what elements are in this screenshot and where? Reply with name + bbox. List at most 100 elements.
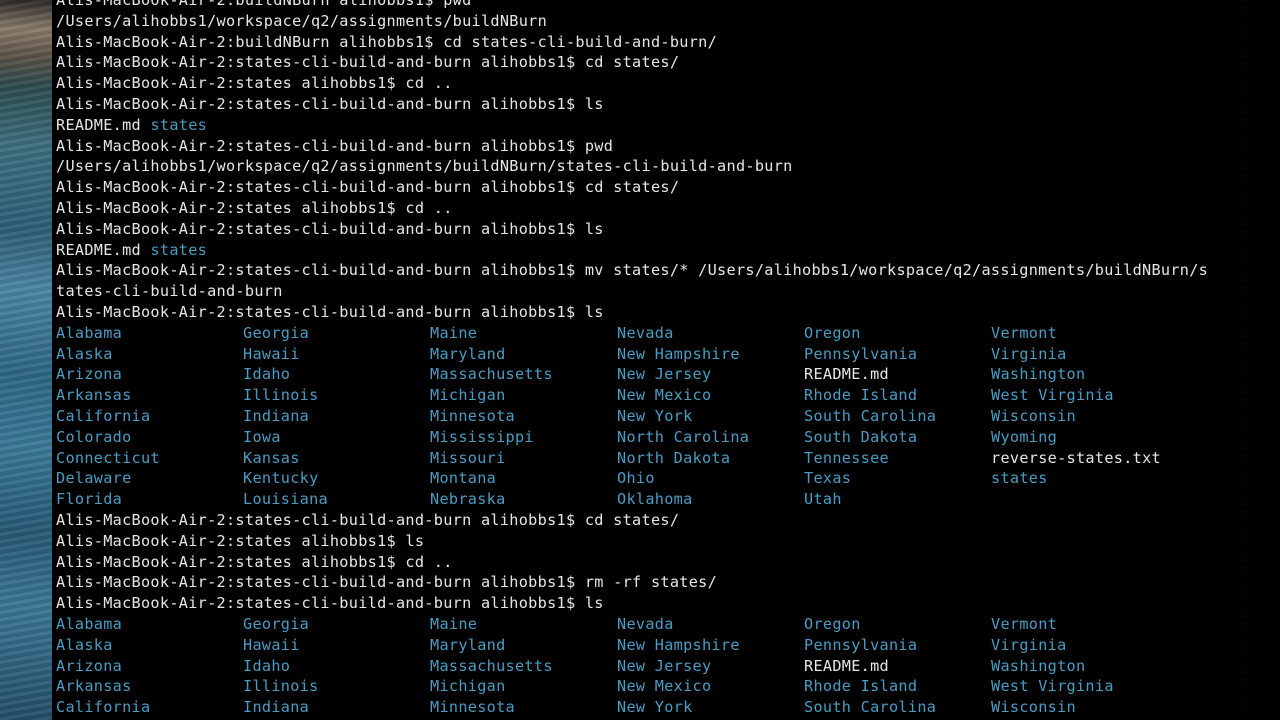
directory-entry: Pennsylvania — [804, 635, 918, 654]
directory-entry: Montana — [430, 469, 497, 488]
directory-entry: Missouri — [430, 448, 506, 467]
terminal-line: Alis-MacBook-Air-2:states alihobbs1$ cd … — [56, 198, 453, 217]
directory-entry: Kentucky — [243, 469, 319, 488]
directory-entry: Oklahoma — [617, 490, 693, 509]
directory-entry: Maryland — [430, 344, 506, 363]
directory-entry: Louisiana — [243, 490, 328, 509]
directory-entry: New Mexico — [617, 677, 712, 696]
directory-entry: West Virginia — [991, 386, 1114, 405]
terminal-line: Alis-MacBook-Air-2:states alihobbs1$ cd … — [56, 74, 453, 93]
directory-entry: Florida — [56, 490, 123, 509]
terminal-line: Alis-MacBook-Air-2:states-cli-build-and-… — [56, 219, 604, 238]
terminal-line: Alis-MacBook-Air-2:states-cli-build-and-… — [56, 573, 718, 592]
directory-entry — [991, 489, 1231, 510]
directory-entry: Arizona — [56, 656, 123, 675]
directory-entry: Michigan — [430, 386, 506, 405]
directory-entry: Illinois — [243, 677, 319, 696]
terminal-line: /Users/alihobbs1/workspace/q2/assignment… — [56, 11, 548, 30]
directory-entry: Maryland — [430, 635, 506, 654]
directory-entry: Indiana — [243, 406, 310, 425]
terminal-line: Alis-MacBook-Air-2:states-cli-build-and-… — [56, 94, 604, 113]
terminal-line: Alis-MacBook-Air-2:states alihobbs1$ cd … — [56, 552, 453, 571]
directory-entry: South Carolina — [804, 698, 937, 717]
directory-entry: Hawaii — [243, 344, 300, 363]
terminal-line: Alis-MacBook-Air-2:states-cli-build-and-… — [56, 510, 680, 529]
directory-entry: Washington — [991, 656, 1086, 675]
directory-entry: Virginia — [991, 344, 1067, 363]
ls-listing-grid: Alabama Georgia Maine Nevada Oregon Vermont Al… — [56, 323, 1264, 510]
directory-entry: New York — [617, 698, 693, 717]
directory-entry: Hawaii — [243, 635, 300, 654]
directory-entry: Wisconsin — [991, 698, 1076, 717]
terminal-output: Alis-MacBook-Air-2:buildNBurn alihobbs1$… — [56, 0, 1264, 718]
directory-entry: New Mexico — [617, 386, 712, 405]
terminal-line: Alis-MacBook-Air-2:buildNBurn alihobbs1$… — [56, 0, 472, 9]
directory-entry: New Jersey — [617, 365, 712, 384]
directory-entry: Idaho — [243, 365, 291, 384]
file-entry: reverse-states.txt — [991, 448, 1161, 467]
terminal-line: Alis-MacBook-Air-2:states-cli-build-and-… — [56, 594, 604, 613]
terminal-line: Alis-MacBook-Air-2:buildNBurn alihobbs1$… — [56, 32, 718, 51]
directory-entry: South Dakota — [804, 427, 918, 446]
directory-entry: Delaware — [56, 469, 132, 488]
directory-entry: New York — [617, 406, 693, 425]
directory-entry: Minnesota — [430, 698, 515, 717]
directory-entry: Maine — [430, 614, 478, 633]
directory-entry: Rhode Island — [804, 677, 918, 696]
directory-entry: Arkansas — [56, 386, 132, 405]
file-entry: README.md — [56, 240, 141, 259]
directory-entry: Iowa — [243, 427, 281, 446]
directory-entry: Alabama — [56, 323, 123, 342]
directory-entry: West Virginia — [991, 677, 1114, 696]
directory-entry: Kansas — [243, 448, 300, 467]
terminal-line: Alis-MacBook-Air-2:states-cli-build-and-… — [56, 261, 1209, 280]
directory-entry: states — [991, 469, 1048, 488]
directory-entry: Washington — [991, 365, 1086, 384]
directory-entry: Michigan — [430, 677, 506, 696]
directory-entry: Virginia — [991, 635, 1067, 654]
directory-entry: North Dakota — [617, 448, 731, 467]
directory-entry: Georgia — [243, 323, 310, 342]
directory-entry: California — [56, 406, 151, 425]
directory-entry: Massachusetts — [430, 365, 553, 384]
terminal-line: Alis-MacBook-Air-2:states-cli-build-and-… — [56, 178, 680, 197]
directory-entry: states — [150, 115, 208, 134]
file-entry: README.md — [804, 656, 889, 675]
terminal-line: Alis-MacBook-Air-2:states-cli-build-and-… — [56, 53, 680, 72]
terminal-line: Alis-MacBook-Air-2:states alihobbs1$ ls — [56, 531, 425, 550]
directory-entry: South Carolina — [804, 406, 937, 425]
directory-entry: Massachusetts — [430, 656, 553, 675]
directory-entry: Nevada — [617, 614, 674, 633]
file-entry: README.md — [804, 365, 889, 384]
directory-entry: Illinois — [243, 386, 319, 405]
directory-entry: Georgia — [243, 614, 310, 633]
terminal-line: /Users/alihobbs1/workspace/q2/assignment… — [56, 157, 793, 176]
desktop-wallpaper — [0, 0, 52, 720]
directory-entry: Indiana — [243, 698, 310, 717]
directory-entry: Wyoming — [991, 427, 1058, 446]
scrollbar-track[interactable] — [1242, 0, 1244, 720]
directory-entry: Alaska — [56, 344, 113, 363]
directory-entry: Minnesota — [430, 406, 515, 425]
directory-entry: Vermont — [991, 323, 1058, 342]
directory-entry: Arkansas — [56, 677, 132, 696]
directory-entry: Colorado — [56, 427, 132, 446]
directory-entry: New Hampshire — [617, 344, 740, 363]
directory-entry: Wisconsin — [991, 406, 1076, 425]
ls-output-line: README.md states — [56, 240, 1264, 261]
directory-entry: North Carolina — [617, 427, 750, 446]
terminal-line: Alis-MacBook-Air-2:states-cli-build-and-… — [56, 302, 604, 321]
directory-entry: Tennessee — [804, 448, 889, 467]
directory-entry: Texas — [804, 469, 852, 488]
terminal-window[interactable]: Alis-MacBook-Air-2:buildNBurn alihobbs1$… — [52, 0, 1264, 720]
directory-entry: Ohio — [617, 469, 655, 488]
directory-entry: Rhode Island — [804, 386, 918, 405]
directory-entry: Utah — [804, 490, 842, 509]
directory-entry: Connecticut — [56, 448, 160, 467]
ls-listing-grid: Alabama Georgia Maine Nevada Oregon Vermont Al… — [56, 614, 1264, 718]
directory-entry: New Hampshire — [617, 635, 740, 654]
directory-entry: Mississippi — [430, 427, 534, 446]
directory-entry: Nebraska — [430, 490, 506, 509]
directory-entry: Pennsylvania — [804, 344, 918, 363]
directory-entry: California — [56, 698, 151, 717]
